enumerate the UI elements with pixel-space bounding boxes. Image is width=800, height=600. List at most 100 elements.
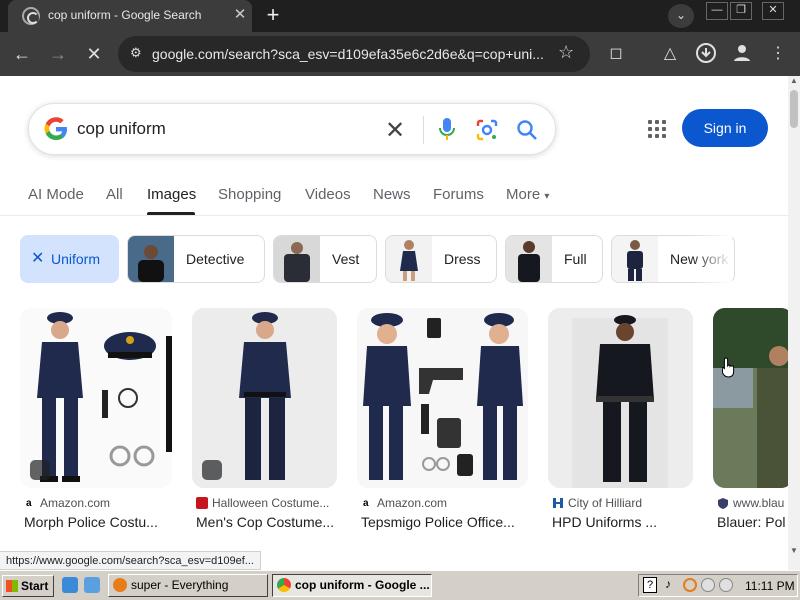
loading-favicon-icon (22, 7, 40, 25)
forward-icon[interactable]: → (46, 42, 70, 66)
amazon-icon: a (26, 498, 32, 509)
clock: 11:11 PM (745, 579, 795, 593)
tab-news[interactable]: News (373, 186, 411, 203)
result-source: Amazon.com (377, 496, 448, 510)
halloween-costumes-icon (196, 497, 208, 509)
sign-in-button[interactable]: Sign in (682, 109, 768, 147)
new-tab-button[interactable]: + (260, 4, 286, 28)
profile-icon[interactable] (730, 42, 754, 66)
result-image[interactable] (357, 308, 528, 488)
svg-text:a: a (26, 498, 32, 509)
product-tag-icon (202, 460, 222, 480)
site-info-icon[interactable]: ⚙ (130, 45, 142, 61)
chip-full[interactable]: Full (505, 235, 603, 283)
url-text[interactable]: google.com/search?sca_esv=d109efa35e6c2d… (152, 46, 544, 62)
windows-taskbar: Start super - Everything cop uniform - G… (0, 570, 800, 600)
result-title[interactable]: Morph Police Costu... (24, 514, 158, 530)
browser-toolbar: ← → ✕ ⚙ google.com/search?sca_esv=d109ef… (0, 32, 800, 76)
google-lens-icon[interactable] (475, 118, 499, 142)
window-close-icon[interactable]: ✕ (762, 2, 784, 20)
labs-flask-icon[interactable]: △ (658, 42, 682, 66)
result-source: Halloween Costume... (212, 496, 330, 510)
tab-ai-mode[interactable]: AI Mode (28, 186, 84, 203)
svg-text:a: a (363, 498, 369, 509)
search-query-text[interactable]: cop uniform (77, 119, 166, 139)
chip-label: Dress (444, 251, 481, 267)
clear-search-icon[interactable]: ✕ (385, 116, 405, 145)
search-box[interactable]: cop uniform ✕ (28, 103, 556, 155)
chip-dress[interactable]: Dress (385, 235, 497, 283)
task-everything[interactable]: super - Everything (108, 574, 268, 597)
scroll-down-icon[interactable]: ▼ (790, 546, 798, 555)
chip-label: Detective (186, 251, 245, 267)
result-source: www.blau (733, 496, 785, 510)
tray-search-icon[interactable] (683, 578, 697, 592)
help-icon[interactable]: ? (643, 577, 657, 593)
hilliard-icon (553, 498, 563, 508)
amazon-icon: a (363, 498, 369, 509)
back-icon[interactable]: ← (10, 42, 34, 66)
tab-videos[interactable]: Videos (305, 186, 351, 203)
tab-more[interactable]: More ▾ (506, 186, 549, 203)
chip-label: Full (564, 251, 587, 267)
start-button[interactable]: Start (2, 575, 54, 597)
remove-chip-icon[interactable]: ✕ (31, 248, 44, 268)
tab-images[interactable]: Images (147, 186, 196, 203)
everything-search-icon (113, 578, 127, 592)
page-scrollbar[interactable]: ▲ ▼ (788, 76, 800, 570)
result-image[interactable] (548, 308, 693, 488)
tab-close-icon[interactable]: ✕ (230, 5, 250, 25)
new-york-thumbnail (612, 236, 658, 282)
searchbox-divider (423, 116, 424, 144)
scroll-up-icon[interactable]: ▲ (790, 76, 798, 85)
browser-tab[interactable]: cop uniform - Google Search ✕ (8, 0, 252, 32)
tray-icon[interactable] (701, 578, 715, 592)
google-apps-grid-icon[interactable] (648, 120, 666, 138)
full-uniform-thumbnail (506, 236, 552, 282)
chip-label: Vest (332, 251, 360, 267)
blauer-icon (718, 498, 728, 509)
task-label: cop uniform - Google ... (295, 578, 430, 592)
chip-detective[interactable]: Detective (127, 235, 265, 283)
chip-vest[interactable]: Vest (273, 235, 377, 283)
extensions-icon[interactable]: ◻ (604, 42, 628, 66)
bookmark-star-icon[interactable]: ☆ (558, 42, 574, 63)
result-title[interactable]: HPD Uniforms ... (552, 514, 657, 530)
stop-loading-icon[interactable]: ✕ (82, 42, 106, 66)
task-chrome[interactable]: cop uniform - Google ... (272, 574, 432, 597)
search-results-page: cop uniform ✕ Sign in AI Mode All Images… (0, 76, 788, 570)
caret-down-icon: ▾ (544, 191, 550, 202)
vest-thumbnail (274, 236, 320, 282)
chip-uniform[interactable]: ✕ Uniform (20, 235, 119, 283)
internet-explorer-icon[interactable] (62, 577, 78, 593)
tray-icon[interactable] (719, 578, 733, 592)
tab-more-label: More (506, 186, 541, 203)
google-logo-icon (44, 117, 67, 140)
minimize-icon[interactable]: — (706, 2, 728, 20)
chip-row-fade (692, 235, 732, 283)
chrome-icon (277, 578, 291, 592)
download-icon[interactable] (694, 42, 718, 66)
show-desktop-icon[interactable] (84, 577, 100, 593)
tab-forums[interactable]: Forums (433, 186, 484, 203)
voice-search-icon[interactable] (437, 116, 457, 144)
scroll-thumb[interactable] (790, 90, 798, 128)
tab-all[interactable]: All (106, 186, 123, 203)
detective-thumbnail (128, 236, 174, 282)
result-image[interactable] (713, 308, 788, 488)
tab-shopping[interactable]: Shopping (218, 186, 281, 203)
menu-kebab-icon[interactable]: ⋮ (766, 42, 790, 66)
volume-icon[interactable]: ♪ (665, 577, 671, 591)
address-bar[interactable]: ⚙ google.com/search?sca_esv=d109efa35e6c… (118, 36, 590, 72)
dress-thumbnail (386, 236, 432, 282)
result-title[interactable]: Men's Cop Costume... (196, 514, 334, 530)
browser-tab-strip: cop uniform - Google Search ✕ + ⌄ — ❐ ✕ (0, 0, 800, 32)
result-title[interactable]: Tepsmigo Police Office... (361, 514, 515, 530)
search-icon[interactable] (515, 118, 539, 142)
restore-icon[interactable]: ❐ (730, 2, 752, 20)
hand-cursor-icon (722, 357, 735, 378)
tab-search-icon[interactable]: ⌄ (668, 4, 694, 28)
result-title[interactable]: Blauer: Pol (717, 514, 785, 530)
product-tag-icon (30, 460, 50, 480)
system-tray: ? ♪ 11:11 PM (638, 574, 798, 597)
